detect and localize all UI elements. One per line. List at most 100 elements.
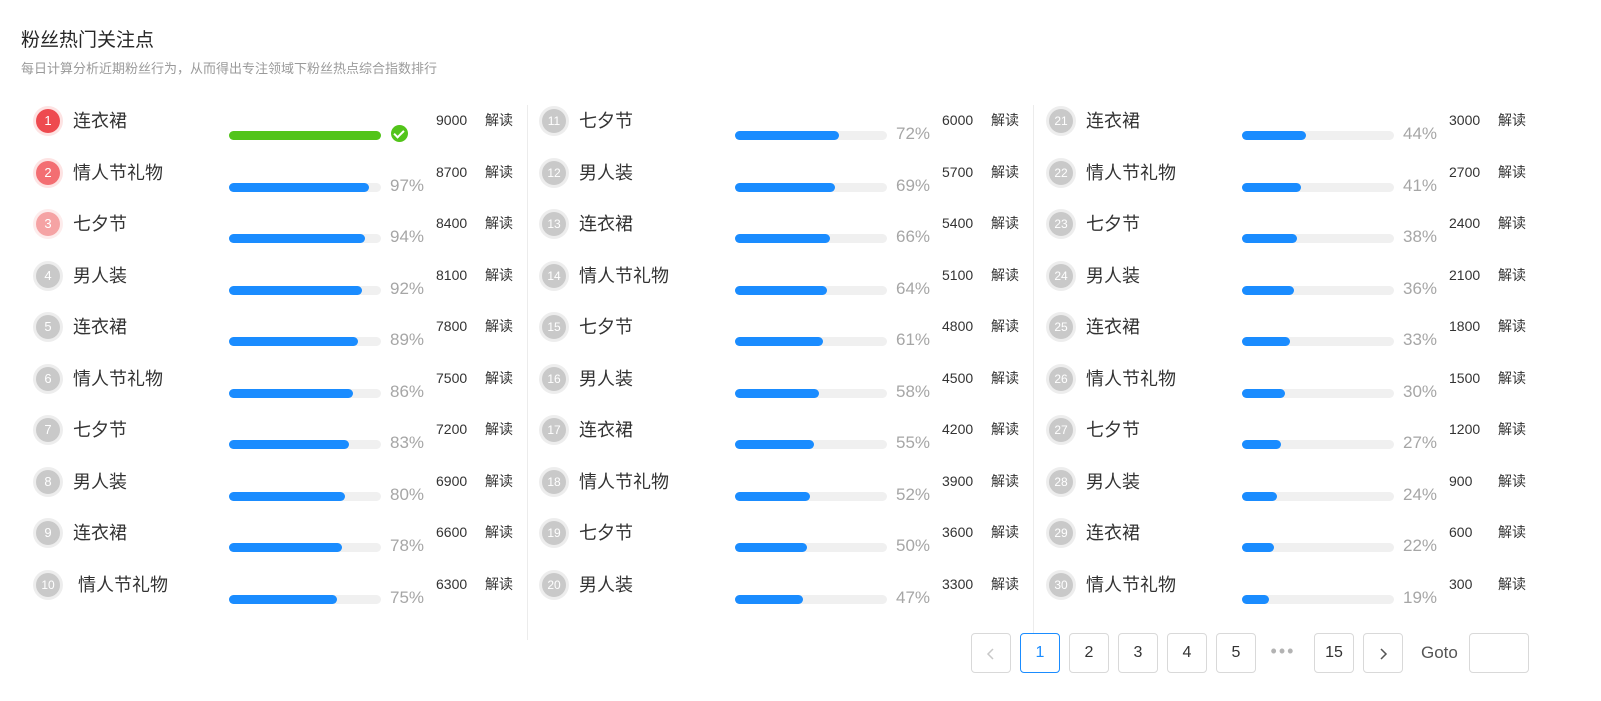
progress-bar-track xyxy=(735,131,887,140)
interpret-link[interactable]: 解读 xyxy=(485,470,513,492)
interpret-link[interactable]: 解读 xyxy=(991,264,1019,286)
heat-value: 4200 xyxy=(942,421,974,437)
next-page-button[interactable] xyxy=(1363,633,1403,673)
prev-page-button[interactable] xyxy=(971,633,1011,673)
progress-bar-track xyxy=(1242,543,1394,552)
heat-value: 900 xyxy=(1449,473,1473,489)
interpret-link[interactable]: 解读 xyxy=(1498,521,1526,543)
topic-name: 情人节礼物 xyxy=(73,163,163,183)
progress-bar-fill xyxy=(1242,389,1286,398)
progress-bar-track xyxy=(229,595,381,604)
topic-name: 男人装 xyxy=(579,163,633,183)
heat-value: 5100 xyxy=(942,267,974,283)
rank-badge: 3 xyxy=(36,212,60,236)
rank-badge: 25 xyxy=(1049,315,1073,339)
interpret-link[interactable]: 解读 xyxy=(1498,109,1526,131)
ranking-row: 1 连衣裙 9000 解读 xyxy=(24,107,534,142)
topic-name: 连衣裙 xyxy=(1086,523,1140,543)
interpret-link[interactable]: 解读 xyxy=(1498,418,1526,440)
topic-name: 情人节礼物 xyxy=(1086,369,1176,389)
progress-bar-fill xyxy=(1242,131,1306,140)
progress-bar-fill xyxy=(229,286,362,295)
page-button-2[interactable]: 2 xyxy=(1069,633,1109,673)
progress-bar-fill xyxy=(229,440,349,449)
rank-badge: 21 xyxy=(1049,109,1073,133)
rank-badge: 2 xyxy=(36,161,60,185)
heat-value: 600 xyxy=(1449,524,1473,540)
progress-bar-fill xyxy=(735,286,828,295)
interpret-link[interactable]: 解读 xyxy=(991,418,1019,440)
interpret-link[interactable]: 解读 xyxy=(485,264,513,286)
interpret-link[interactable]: 解读 xyxy=(485,367,513,389)
topic-name: 情人节礼物 xyxy=(579,266,669,286)
goto-page-input[interactable] xyxy=(1469,633,1529,673)
interpret-link[interactable]: 解读 xyxy=(1498,212,1526,234)
interpret-link[interactable]: 解读 xyxy=(991,470,1019,492)
page-button-3[interactable]: 3 xyxy=(1118,633,1158,673)
interpret-link[interactable]: 解读 xyxy=(991,315,1019,337)
progress-bar-fill xyxy=(229,492,345,501)
topic-name: 七夕节 xyxy=(1086,420,1140,440)
progress-percent: 27% xyxy=(1403,433,1438,452)
interpret-link[interactable]: 解读 xyxy=(485,212,513,234)
topic-name: 七夕节 xyxy=(579,111,633,131)
progress-bar-fill xyxy=(735,183,835,192)
progress-bar-track xyxy=(735,543,887,552)
ranking-row: 23 七夕节 38% 2400 解读 xyxy=(1037,210,1547,246)
interpret-link[interactable]: 解读 xyxy=(485,418,513,440)
interpret-link[interactable]: 解读 xyxy=(485,161,513,183)
heat-value: 6900 xyxy=(436,473,468,489)
progress-bar-track xyxy=(1242,595,1394,604)
progress-bar-track xyxy=(1242,492,1394,501)
progress-bar-fill xyxy=(1242,286,1294,295)
ranking-row: 20 男人装 47% 3300 解读 xyxy=(530,571,1040,607)
progress-bar-fill xyxy=(735,131,839,140)
interpret-link[interactable]: 解读 xyxy=(991,212,1019,234)
interpret-link[interactable]: 解读 xyxy=(1498,573,1526,595)
interpret-link[interactable]: 解读 xyxy=(1498,315,1526,337)
page-button-1[interactable]: 1 xyxy=(1020,633,1060,673)
rank-badge: 12 xyxy=(542,161,566,185)
progress-bar-fill xyxy=(735,492,811,501)
interpret-link[interactable]: 解读 xyxy=(485,573,513,595)
topic-name: 男人装 xyxy=(1086,266,1140,286)
interpret-link[interactable]: 解读 xyxy=(991,521,1019,543)
progress-percent: 38% xyxy=(1403,227,1438,246)
topic-name: 连衣裙 xyxy=(73,111,127,131)
heat-value: 4500 xyxy=(942,370,974,386)
interpret-link[interactable]: 解读 xyxy=(991,573,1019,595)
interpret-link[interactable]: 解读 xyxy=(1498,367,1526,389)
topic-name: 男人装 xyxy=(73,472,127,492)
page-button-4[interactable]: 4 xyxy=(1167,633,1207,673)
progress-percent: 69% xyxy=(896,176,931,195)
interpret-link[interactable]: 解读 xyxy=(991,109,1019,131)
heat-value: 2700 xyxy=(1449,164,1481,180)
interpret-link[interactable]: 解读 xyxy=(485,521,513,543)
progress-percent: 94% xyxy=(390,227,425,246)
progress-bar-fill xyxy=(229,131,381,140)
progress-bar-track xyxy=(1242,337,1394,346)
rank-badge: 29 xyxy=(1049,521,1073,545)
topic-name: 连衣裙 xyxy=(73,317,127,337)
progress-bar-fill xyxy=(229,234,365,243)
more-pages-ellipsis[interactable]: ••• xyxy=(1263,633,1303,673)
interpret-link[interactable]: 解读 xyxy=(1498,161,1526,183)
rank-badge: 17 xyxy=(542,418,566,442)
interpret-link[interactable]: 解读 xyxy=(1498,470,1526,492)
progress-percent: 55% xyxy=(896,433,931,452)
interpret-link[interactable]: 解读 xyxy=(991,367,1019,389)
rank-badge: 22 xyxy=(1049,161,1073,185)
progress-bar-track xyxy=(1242,131,1394,140)
page-button-last[interactable]: 15 xyxy=(1314,633,1354,673)
interpret-link[interactable]: 解读 xyxy=(485,315,513,337)
heat-value: 7800 xyxy=(436,318,468,334)
topic-name: 男人装 xyxy=(1086,472,1140,492)
heat-value: 5400 xyxy=(942,215,974,231)
progress-percent: 80% xyxy=(390,485,425,504)
progress-bar-track xyxy=(229,131,381,140)
interpret-link[interactable]: 解读 xyxy=(485,109,513,131)
interpret-link[interactable]: 解读 xyxy=(991,161,1019,183)
interpret-link[interactable]: 解读 xyxy=(1498,264,1526,286)
heat-value: 8100 xyxy=(436,267,468,283)
page-button-5[interactable]: 5 xyxy=(1216,633,1256,673)
